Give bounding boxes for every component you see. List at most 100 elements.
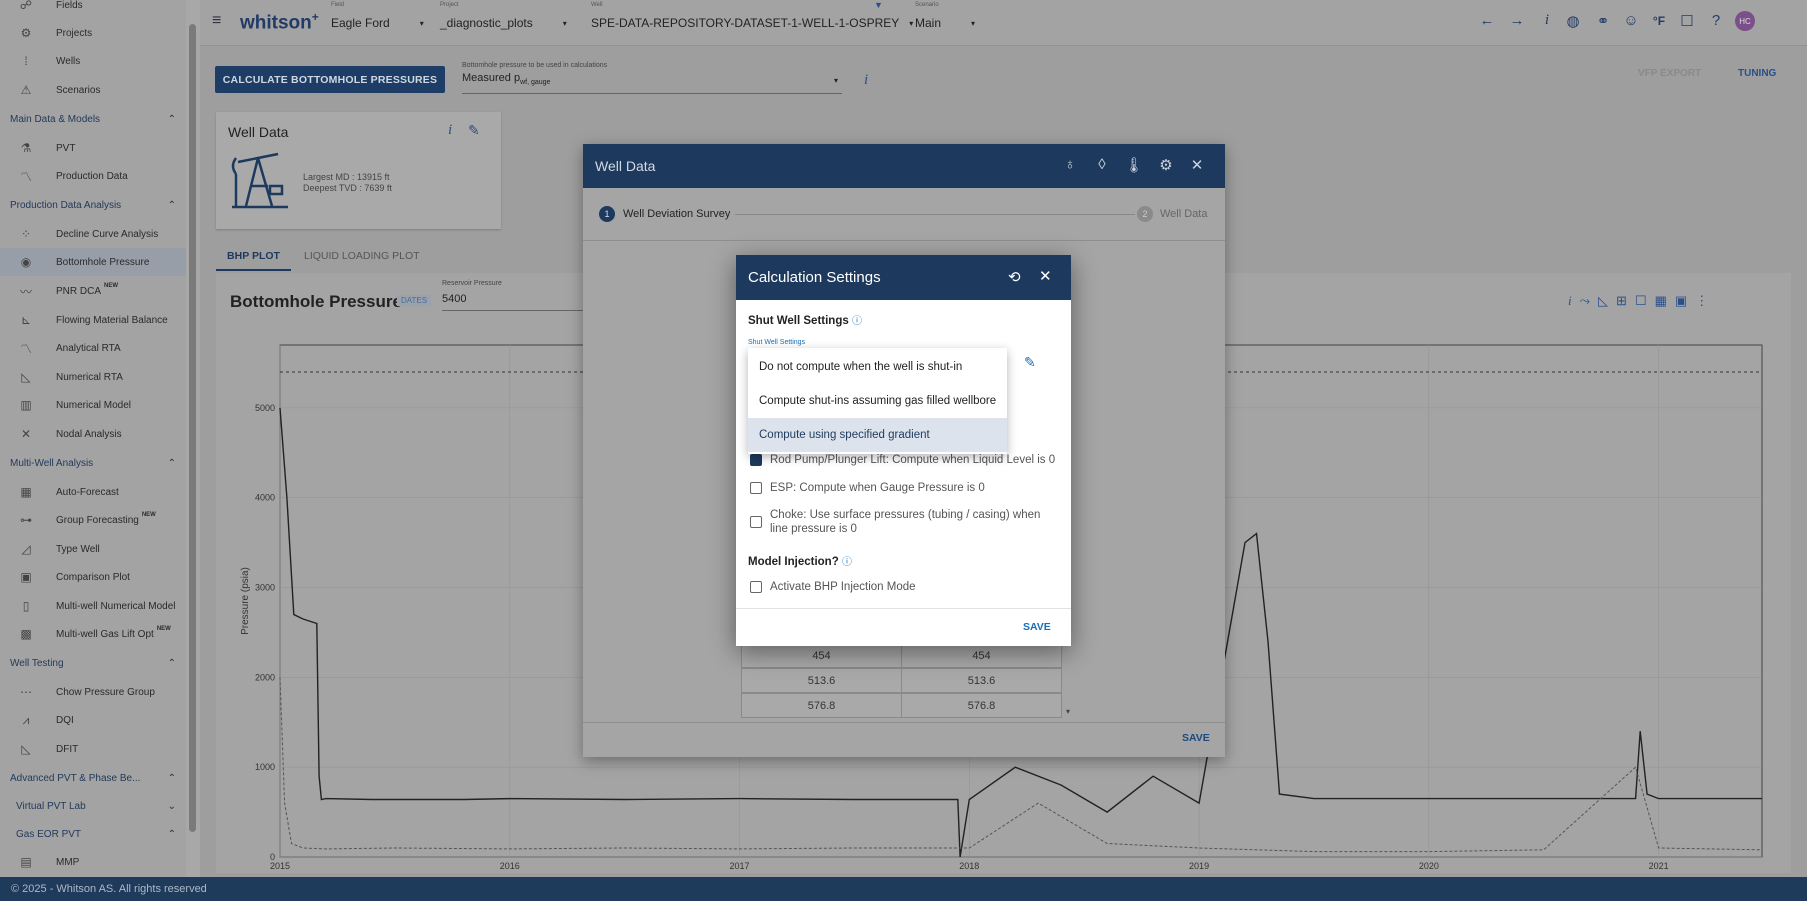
sidebar-item-wells[interactable]: ⁞ Wells: [0, 47, 186, 75]
sidebar-item-mmp[interactable]: ▤ MMP: [0, 848, 186, 876]
sidebar-item-comparison-plot[interactable]: ▣ Comparison Plot: [0, 563, 186, 591]
sidebar-item-auto-forecast[interactable]: ▦ Auto-Forecast: [0, 478, 186, 506]
sidebar-item-scenarios[interactable]: ⚠ Scenarios: [0, 76, 186, 104]
tab-liquid-loading-plot[interactable]: LIQUID LOADING PLOT: [304, 250, 420, 262]
info-icon[interactable]: i: [448, 122, 452, 139]
sidebar-item-numerical-model[interactable]: ▥ Numerical Model: [0, 391, 186, 419]
well-data-save-button[interactable]: SAVE: [1182, 732, 1210, 744]
option-gas-filled-wellbore[interactable]: Compute shut-ins assuming gas filled wel…: [748, 384, 1007, 418]
sidebar-item-pvt[interactable]: ⚗ PVT: [0, 134, 186, 162]
temperature-unit-icon[interactable]: °F: [1649, 14, 1669, 28]
table-download-icon[interactable]: ⊞: [1616, 293, 1627, 309]
edit-icon[interactable]: ✎: [1024, 354, 1036, 371]
table-cell[interactable]: 454: [901, 643, 1062, 668]
help-icon[interactable]: ⓘ: [842, 557, 852, 568]
sidebar-section-virtual-pvt-lab[interactable]: Virtual PVT Lab ⌄: [0, 792, 186, 820]
close-icon[interactable]: ✕: [1039, 267, 1052, 285]
sidebar-item-flowing-material-balance[interactable]: ⊾ Flowing Material Balance: [0, 306, 186, 334]
help-icon[interactable]: ?: [1706, 12, 1726, 29]
table-scroll-icon[interactable]: ▾: [1066, 707, 1070, 716]
sidebar-item-chow-pressure-group[interactable]: ⋯ Chow Pressure Group: [0, 678, 186, 706]
avatar[interactable]: HC: [1735, 11, 1755, 31]
gear-icon[interactable]: ⚙: [1156, 156, 1176, 174]
esp-checkbox[interactable]: [750, 482, 762, 494]
info-icon[interactable]: i: [864, 72, 868, 89]
calculate-bhp-button[interactable]: CALCULATE BOTTOMHOLE PRESSURES: [215, 66, 445, 93]
oil-drop-info-icon[interactable]: ♁: [1060, 156, 1080, 173]
chevron-up-icon[interactable]: ⌃: [168, 773, 176, 784]
arrow-right-icon[interactable]: →: [1507, 12, 1527, 29]
feedback-icon[interactable]: ☐: [1677, 12, 1697, 30]
table-cell[interactable]: 454: [741, 643, 902, 668]
help-icon[interactable]: ⓘ: [852, 316, 862, 327]
field-selector[interactable]: Field Eagle Ford ▾: [331, 2, 424, 30]
chevron-up-icon[interactable]: ⌃: [168, 200, 176, 211]
sidebar-item-dfit[interactable]: ◺ DFIT: [0, 735, 186, 763]
project-selector[interactable]: Project _diagnostic_plots ▾: [440, 2, 567, 30]
drop-icon[interactable]: ◊: [1092, 156, 1112, 173]
sidebar-item-decline-curve-analysis[interactable]: ⁘ Decline Curve Analysis: [0, 220, 186, 248]
thermometer-icon[interactable]: 🌡: [1124, 156, 1144, 174]
globe-icon[interactable]: ◍: [1563, 12, 1583, 30]
sidebar-item-analytical-rta[interactable]: 〽 Analytical RTA: [0, 334, 186, 362]
sidebar-item-nodal-analysis[interactable]: ✕ Nodal Analysis: [0, 420, 186, 448]
info-icon[interactable]: i: [1568, 293, 1572, 309]
chevron-up-icon[interactable]: ⌃: [168, 658, 176, 669]
table-cell[interactable]: 576.8: [741, 693, 902, 718]
step-well-data[interactable]: Well Data: [1160, 208, 1207, 220]
chevron-up-icon[interactable]: ⌃: [168, 458, 176, 469]
well-selector[interactable]: Well SPE-DATA-REPOSITORY-DATASET-1-WELL-…: [591, 2, 913, 30]
sidebar-item-dqi[interactable]: ⩘ DQI: [0, 706, 186, 734]
option-specified-gradient[interactable]: Compute using specified gradient: [748, 418, 1007, 452]
sidebar-item-type-well[interactable]: ◿ Type Well: [0, 535, 186, 563]
link-icon[interactable]: ⚭: [1593, 12, 1613, 30]
option-no-compute[interactable]: Do not compute when the well is shut-in: [748, 350, 1007, 384]
scenario-selector[interactable]: Scenario Main ▾: [915, 2, 975, 30]
sidebar-item-pnr-dca[interactable]: 〰 PNR DCA NEW: [0, 277, 186, 305]
step-well-deviation-survey[interactable]: Well Deviation Survey: [623, 208, 730, 220]
sidebar-section-gas-eor-pvt[interactable]: Gas EOR PVT ⌃: [0, 820, 186, 848]
choke-checkbox[interactable]: [750, 516, 762, 528]
bhp-source-select[interactable]: Bottomhole pressure to be used in calcul…: [462, 62, 842, 94]
tuning-button[interactable]: TUNING: [1738, 68, 1776, 79]
grid-icon[interactable]: ▦: [1655, 293, 1667, 309]
sidebar-item-projects[interactable]: ⚙ Projects: [0, 19, 186, 47]
trend-icon[interactable]: ⤳: [1580, 293, 1590, 309]
calculation-settings-save-button[interactable]: SAVE: [1023, 621, 1051, 633]
edit-icon[interactable]: ✎: [468, 122, 480, 139]
sidebar-item-numerical-rta[interactable]: ◺ Numerical RTA: [0, 363, 186, 391]
sidebar-item-group-forecasting[interactable]: ⊶ Group Forecasting NEW: [0, 506, 186, 534]
rod-pump-checkbox[interactable]: [750, 454, 762, 466]
more-vert-icon[interactable]: ⋮: [1695, 293, 1708, 309]
sidebar-section-advanced-pvt-phase-be[interactable]: Advanced PVT & Phase Be... ⌃: [0, 764, 186, 792]
vfp-export-button[interactable]: VFP EXPORT: [1638, 68, 1701, 79]
filter-icon[interactable]: ▼: [874, 0, 883, 10]
sidebar-item-bottomhole-pressure[interactable]: ◉ Bottomhole Pressure: [0, 248, 186, 276]
sidebar-item-production-data[interactable]: 〽 Production Data: [0, 162, 186, 190]
dates-badge[interactable]: DATES: [397, 295, 432, 306]
chevron-up-icon[interactable]: ⌃: [168, 114, 176, 125]
sidebar-section-well-testing[interactable]: Well Testing ⌃: [0, 649, 186, 677]
comment-icon[interactable]: ☐: [1635, 293, 1647, 309]
sidebar-section-multi-well-analysis[interactable]: Multi-Well Analysis ⌃: [0, 449, 186, 477]
sidebar-item-fields[interactable]: ☍ Fields: [0, 0, 186, 19]
reset-settings-icon[interactable]: ⟲: [1008, 268, 1021, 286]
close-icon[interactable]: ✕: [1187, 156, 1207, 174]
table-cell[interactable]: 576.8: [901, 693, 1062, 718]
sidebar-item-multi-well-numerical-model[interactable]: ▯ Multi-well Numerical Model: [0, 592, 186, 620]
chevron-up-icon[interactable]: ⌃: [168, 829, 176, 840]
area-chart-icon[interactable]: ◺: [1598, 293, 1608, 309]
layout-icon[interactable]: ▣: [1675, 293, 1687, 309]
arrow-left-icon[interactable]: ←: [1477, 12, 1497, 29]
sidebar-scroll-thumb[interactable]: [189, 24, 196, 832]
user-circle-icon[interactable]: ☺: [1621, 12, 1641, 29]
sidebar-item-multi-well-gas-lift-opt[interactable]: ▩ Multi-well Gas Lift Opt NEW: [0, 620, 186, 648]
sidebar-section-main-data-models[interactable]: Main Data & Models ⌃: [0, 105, 186, 133]
info-icon[interactable]: i: [1537, 12, 1557, 29]
table-cell[interactable]: 513.6: [901, 668, 1062, 693]
sidebar-section-production-data-analysis[interactable]: Production Data Analysis ⌃: [0, 191, 186, 219]
menu-icon[interactable]: ≡: [212, 12, 221, 30]
chevron-down-icon[interactable]: ⌄: [168, 801, 176, 812]
table-cell[interactable]: 513.6: [741, 668, 902, 693]
bhp-injection-checkbox[interactable]: [750, 581, 762, 593]
